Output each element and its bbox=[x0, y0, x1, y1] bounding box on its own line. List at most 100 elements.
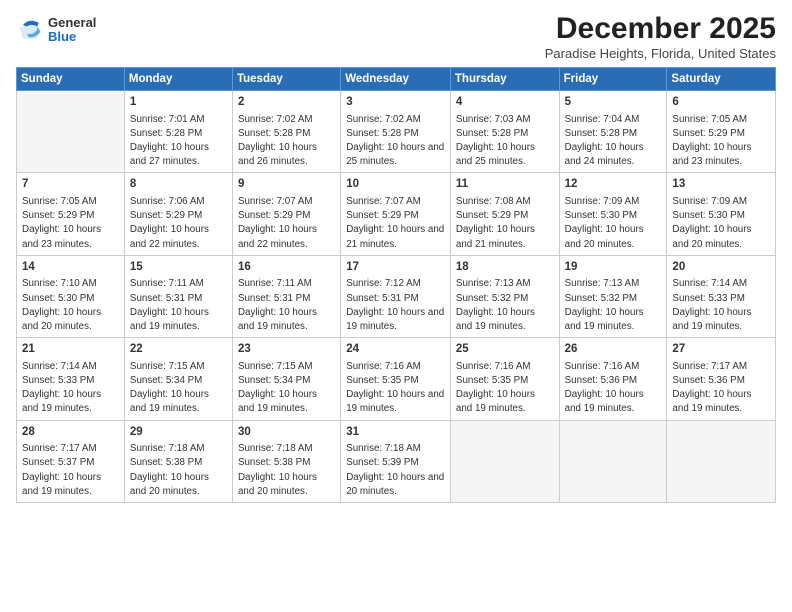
calendar-cell: 13 Sunrise: 7:09 AMSunset: 5:30 PMDaylig… bbox=[667, 173, 776, 255]
day-info: Sunrise: 7:12 AMSunset: 5:31 PMDaylight:… bbox=[346, 278, 444, 332]
calendar-cell bbox=[667, 420, 776, 502]
calendar-cell: 2 Sunrise: 7:02 AMSunset: 5:28 PMDayligh… bbox=[232, 91, 340, 173]
day-info: Sunrise: 7:17 AMSunset: 5:37 PMDaylight:… bbox=[22, 443, 101, 497]
day-number: 19 bbox=[565, 260, 662, 276]
calendar-week-5: 28 Sunrise: 7:17 AMSunset: 5:37 PMDaylig… bbox=[17, 420, 776, 502]
day-info: Sunrise: 7:13 AMSunset: 5:32 PMDaylight:… bbox=[565, 278, 644, 332]
day-number: 18 bbox=[456, 260, 554, 276]
day-number: 4 bbox=[456, 95, 554, 111]
day-number: 2 bbox=[238, 95, 335, 111]
day-info: Sunrise: 7:07 AMSunset: 5:29 PMDaylight:… bbox=[238, 196, 317, 250]
page: General Blue December 2025 Paradise Heig… bbox=[0, 0, 792, 612]
header-saturday: Saturday bbox=[667, 68, 776, 91]
day-number: 28 bbox=[22, 425, 119, 441]
day-info: Sunrise: 7:14 AMSunset: 5:33 PMDaylight:… bbox=[22, 361, 101, 415]
day-number: 7 bbox=[22, 177, 119, 193]
calendar-cell: 15 Sunrise: 7:11 AMSunset: 5:31 PMDaylig… bbox=[124, 255, 232, 337]
calendar-cell: 26 Sunrise: 7:16 AMSunset: 5:36 PMDaylig… bbox=[559, 338, 667, 420]
day-info: Sunrise: 7:15 AMSunset: 5:34 PMDaylight:… bbox=[238, 361, 317, 415]
day-number: 1 bbox=[130, 95, 227, 111]
calendar-cell: 21 Sunrise: 7:14 AMSunset: 5:33 PMDaylig… bbox=[17, 338, 125, 420]
logo-icon bbox=[16, 16, 44, 44]
weekday-header-row: Sunday Monday Tuesday Wednesday Thursday… bbox=[17, 68, 776, 91]
header-wednesday: Wednesday bbox=[341, 68, 451, 91]
calendar-cell: 1 Sunrise: 7:01 AMSunset: 5:28 PMDayligh… bbox=[124, 91, 232, 173]
day-number: 3 bbox=[346, 95, 445, 111]
day-info: Sunrise: 7:17 AMSunset: 5:36 PMDaylight:… bbox=[672, 361, 751, 415]
calendar-cell: 6 Sunrise: 7:05 AMSunset: 5:29 PMDayligh… bbox=[667, 91, 776, 173]
day-number: 9 bbox=[238, 177, 335, 193]
day-number: 25 bbox=[456, 342, 554, 358]
calendar-cell bbox=[450, 420, 559, 502]
day-number: 16 bbox=[238, 260, 335, 276]
day-info: Sunrise: 7:09 AMSunset: 5:30 PMDaylight:… bbox=[672, 196, 751, 250]
calendar-cell bbox=[17, 91, 125, 173]
header-friday: Friday bbox=[559, 68, 667, 91]
day-info: Sunrise: 7:14 AMSunset: 5:33 PMDaylight:… bbox=[672, 278, 751, 332]
day-info: Sunrise: 7:04 AMSunset: 5:28 PMDaylight:… bbox=[565, 114, 644, 168]
day-info: Sunrise: 7:09 AMSunset: 5:30 PMDaylight:… bbox=[565, 196, 644, 250]
calendar-cell: 17 Sunrise: 7:12 AMSunset: 5:31 PMDaylig… bbox=[341, 255, 451, 337]
calendar-cell: 28 Sunrise: 7:17 AMSunset: 5:37 PMDaylig… bbox=[17, 420, 125, 502]
day-number: 13 bbox=[672, 177, 770, 193]
header-tuesday: Tuesday bbox=[232, 68, 340, 91]
day-number: 17 bbox=[346, 260, 445, 276]
day-info: Sunrise: 7:05 AMSunset: 5:29 PMDaylight:… bbox=[672, 114, 751, 168]
day-info: Sunrise: 7:16 AMSunset: 5:35 PMDaylight:… bbox=[346, 361, 444, 415]
day-info: Sunrise: 7:08 AMSunset: 5:29 PMDaylight:… bbox=[456, 196, 535, 250]
header: General Blue December 2025 Paradise Heig… bbox=[16, 12, 776, 61]
calendar-week-1: 1 Sunrise: 7:01 AMSunset: 5:28 PMDayligh… bbox=[17, 91, 776, 173]
calendar-week-3: 14 Sunrise: 7:10 AMSunset: 5:30 PMDaylig… bbox=[17, 255, 776, 337]
calendar-cell: 7 Sunrise: 7:05 AMSunset: 5:29 PMDayligh… bbox=[17, 173, 125, 255]
calendar-cell: 25 Sunrise: 7:16 AMSunset: 5:35 PMDaylig… bbox=[450, 338, 559, 420]
calendar-cell: 9 Sunrise: 7:07 AMSunset: 5:29 PMDayligh… bbox=[232, 173, 340, 255]
calendar-cell: 27 Sunrise: 7:17 AMSunset: 5:36 PMDaylig… bbox=[667, 338, 776, 420]
calendar-cell: 24 Sunrise: 7:16 AMSunset: 5:35 PMDaylig… bbox=[341, 338, 451, 420]
calendar-week-2: 7 Sunrise: 7:05 AMSunset: 5:29 PMDayligh… bbox=[17, 173, 776, 255]
logo-blue-text: Blue bbox=[48, 30, 96, 44]
calendar-cell: 23 Sunrise: 7:15 AMSunset: 5:34 PMDaylig… bbox=[232, 338, 340, 420]
day-info: Sunrise: 7:03 AMSunset: 5:28 PMDaylight:… bbox=[456, 114, 535, 168]
calendar-cell: 12 Sunrise: 7:09 AMSunset: 5:30 PMDaylig… bbox=[559, 173, 667, 255]
calendar-cell: 20 Sunrise: 7:14 AMSunset: 5:33 PMDaylig… bbox=[667, 255, 776, 337]
day-number: 12 bbox=[565, 177, 662, 193]
day-number: 5 bbox=[565, 95, 662, 111]
calendar-cell: 11 Sunrise: 7:08 AMSunset: 5:29 PMDaylig… bbox=[450, 173, 559, 255]
day-number: 6 bbox=[672, 95, 770, 111]
day-info: Sunrise: 7:18 AMSunset: 5:38 PMDaylight:… bbox=[130, 443, 209, 497]
day-info: Sunrise: 7:06 AMSunset: 5:29 PMDaylight:… bbox=[130, 196, 209, 250]
calendar-cell: 10 Sunrise: 7:07 AMSunset: 5:29 PMDaylig… bbox=[341, 173, 451, 255]
day-number: 31 bbox=[346, 425, 445, 441]
calendar-cell: 4 Sunrise: 7:03 AMSunset: 5:28 PMDayligh… bbox=[450, 91, 559, 173]
day-number: 14 bbox=[22, 260, 119, 276]
day-number: 26 bbox=[565, 342, 662, 358]
logo-general-text: General bbox=[48, 16, 96, 30]
day-number: 21 bbox=[22, 342, 119, 358]
day-number: 27 bbox=[672, 342, 770, 358]
header-sunday: Sunday bbox=[17, 68, 125, 91]
day-info: Sunrise: 7:16 AMSunset: 5:35 PMDaylight:… bbox=[456, 361, 535, 415]
calendar-cell: 5 Sunrise: 7:04 AMSunset: 5:28 PMDayligh… bbox=[559, 91, 667, 173]
day-info: Sunrise: 7:16 AMSunset: 5:36 PMDaylight:… bbox=[565, 361, 644, 415]
header-thursday: Thursday bbox=[450, 68, 559, 91]
calendar-cell: 19 Sunrise: 7:13 AMSunset: 5:32 PMDaylig… bbox=[559, 255, 667, 337]
calendar-cell: 3 Sunrise: 7:02 AMSunset: 5:28 PMDayligh… bbox=[341, 91, 451, 173]
day-info: Sunrise: 7:07 AMSunset: 5:29 PMDaylight:… bbox=[346, 196, 444, 250]
day-number: 22 bbox=[130, 342, 227, 358]
calendar-cell: 22 Sunrise: 7:15 AMSunset: 5:34 PMDaylig… bbox=[124, 338, 232, 420]
day-number: 15 bbox=[130, 260, 227, 276]
calendar-cell: 29 Sunrise: 7:18 AMSunset: 5:38 PMDaylig… bbox=[124, 420, 232, 502]
day-number: 10 bbox=[346, 177, 445, 193]
day-number: 11 bbox=[456, 177, 554, 193]
logo-text: General Blue bbox=[48, 16, 96, 45]
day-info: Sunrise: 7:11 AMSunset: 5:31 PMDaylight:… bbox=[130, 278, 209, 332]
calendar-cell: 30 Sunrise: 7:18 AMSunset: 5:38 PMDaylig… bbox=[232, 420, 340, 502]
day-info: Sunrise: 7:18 AMSunset: 5:39 PMDaylight:… bbox=[346, 443, 444, 497]
calendar-cell: 16 Sunrise: 7:11 AMSunset: 5:31 PMDaylig… bbox=[232, 255, 340, 337]
day-number: 23 bbox=[238, 342, 335, 358]
day-info: Sunrise: 7:02 AMSunset: 5:28 PMDaylight:… bbox=[238, 114, 317, 168]
location: Paradise Heights, Florida, United States bbox=[545, 46, 776, 61]
calendar-cell bbox=[559, 420, 667, 502]
calendar-table: Sunday Monday Tuesday Wednesday Thursday… bbox=[16, 67, 776, 503]
day-info: Sunrise: 7:11 AMSunset: 5:31 PMDaylight:… bbox=[238, 278, 317, 332]
